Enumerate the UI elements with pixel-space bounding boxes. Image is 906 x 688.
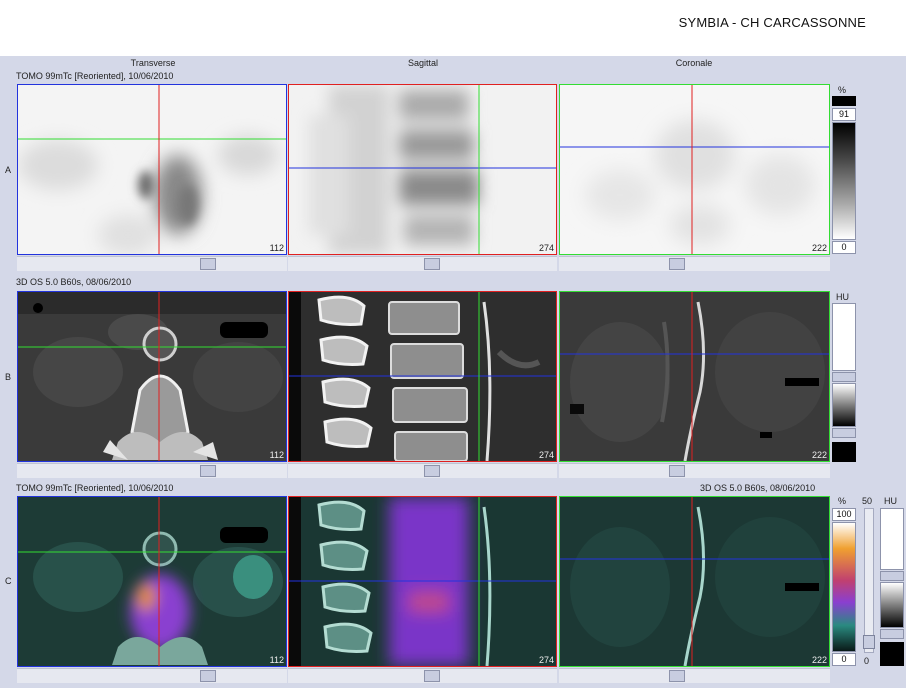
row-label-a: A (5, 165, 12, 175)
viewport-a-coronal[interactable]: 222 (559, 84, 830, 255)
hu-window-bottom-c (880, 642, 904, 666)
slice-scrollbar-c-coronal[interactable] (559, 668, 830, 683)
series-label-row-b: 3D OS 5.0 B60s, 08/06/2010 (16, 277, 132, 287)
scale-min-c[interactable]: 0 (832, 653, 856, 666)
slice-scrollbar-c-sagittal[interactable] (288, 668, 557, 683)
column-header-transverse: Transverse (130, 58, 176, 68)
viewport-b-coronal[interactable]: 222 (559, 291, 830, 462)
slice-number-b-coronal: 222 (811, 450, 827, 460)
column-header-coronal: Coronale (675, 58, 713, 68)
fusion-colorbar-c (832, 522, 856, 652)
hu-window-handle-top-c[interactable] (880, 571, 904, 581)
viewport-c-sagittal[interactable]: 274 (288, 496, 557, 667)
slice-number-a-coronal: 222 (811, 243, 827, 253)
column-header-sagittal: Sagittal (407, 58, 439, 68)
hu-window-top (832, 303, 856, 371)
scroll-thumb[interactable] (669, 670, 685, 682)
slice-scrollbar-b-coronal[interactable] (559, 463, 830, 478)
scale-unit-a: % (838, 85, 847, 95)
slice-number-c-transverse: 112 (269, 655, 284, 665)
viewport-a-transverse[interactable]: 112 (17, 84, 287, 255)
title-bar: SYMBIA - CH CARCASSONNE (0, 0, 906, 56)
slice-number-c-sagittal: 274 (538, 655, 554, 665)
viewport-c-coronal[interactable]: 222 (559, 496, 830, 667)
blend-slider-max: 50 (862, 496, 873, 506)
scroll-thumb[interactable] (424, 465, 440, 477)
viewport-c-transverse[interactable]: 112 (17, 496, 287, 667)
viewport-a-sagittal[interactable]: 274 (288, 84, 557, 255)
scroll-thumb[interactable] (669, 465, 685, 477)
hu-colorbar-b (832, 383, 856, 427)
scroll-thumb[interactable] (200, 670, 216, 682)
hu-window-bottom (832, 442, 856, 462)
series-label-row-c-ct: 3D OS 5.0 B60s, 08/06/2010 (700, 483, 816, 493)
viewport-b-sagittal[interactable]: 274 (288, 291, 557, 462)
scroll-thumb[interactable] (200, 258, 216, 270)
slice-scrollbar-b-sagittal[interactable] (288, 463, 557, 478)
scale-max-c[interactable]: 100 (832, 508, 856, 521)
hospital-name: SYMBIA - CH CARCASSONNE (678, 15, 866, 30)
grayscale-colorbar-a (832, 122, 856, 240)
slice-number-c-coronal: 222 (811, 655, 827, 665)
slice-number-b-sagittal: 274 (538, 450, 554, 460)
slice-scrollbar-c-transverse[interactable] (17, 668, 287, 683)
slice-scrollbar-a-sagittal[interactable] (288, 256, 557, 271)
series-label-row-a: TOMO 99mTc [Reoriented], 10/06/2010 (16, 71, 174, 81)
viewer-area: Transverse Sagittal Coronale TOMO 99mTc … (0, 56, 906, 688)
blend-slider-min: 0 (864, 656, 870, 666)
scale-unit-c: % (838, 496, 847, 506)
slice-scrollbar-a-coronal[interactable] (559, 256, 830, 271)
scroll-thumb[interactable] (424, 670, 440, 682)
scroll-thumb[interactable] (669, 258, 685, 270)
hu-window-handle-bottom-c[interactable] (880, 629, 904, 639)
hu-window-handle-bottom[interactable] (832, 428, 856, 438)
scale-max-a[interactable]: 91 (832, 108, 856, 121)
slice-scrollbar-b-transverse[interactable] (17, 463, 287, 478)
scale-cap-a (832, 96, 856, 106)
hu-window-handle-top[interactable] (832, 372, 856, 382)
series-label-row-c: TOMO 99mTc [Reoriented], 10/06/2010 (16, 483, 174, 493)
scale-unit-b: HU (836, 292, 849, 302)
hu-window-top-c (880, 508, 904, 570)
blend-slider-thumb[interactable] (863, 635, 875, 649)
slice-number-a-sagittal: 274 (538, 243, 554, 253)
scroll-thumb[interactable] (200, 465, 216, 477)
row-label-c: C (5, 576, 12, 586)
viewport-b-transverse[interactable]: 112 (17, 291, 287, 462)
slice-number-b-transverse: 112 (269, 450, 284, 460)
scroll-thumb[interactable] (424, 258, 440, 270)
scale-min-a[interactable]: 0 (832, 241, 856, 254)
row-label-b: B (5, 372, 12, 382)
slice-scrollbar-a-transverse[interactable] (17, 256, 287, 271)
hu-colorbar-c (880, 582, 904, 628)
fusion-blend-slider[interactable] (863, 508, 875, 653)
slice-number-a-transverse: 112 (269, 243, 284, 253)
scale-unit-c-hu: HU (884, 496, 897, 506)
